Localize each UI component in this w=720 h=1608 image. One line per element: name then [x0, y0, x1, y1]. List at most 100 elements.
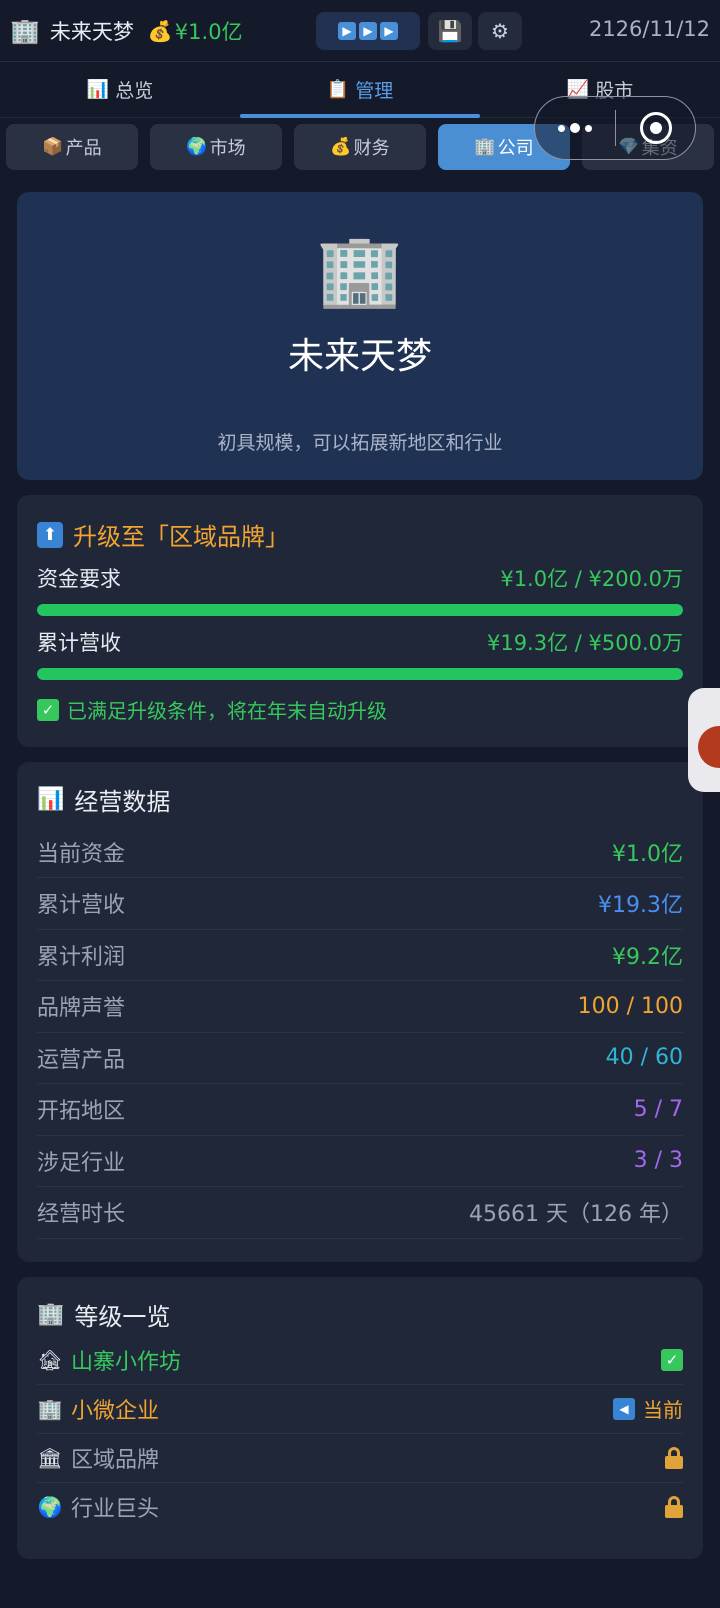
fast-forward-icon: ▶	[359, 22, 377, 40]
speed-button[interactable]: ▶ ▶ ▶	[316, 12, 420, 50]
tab-overview[interactable]: 📊 总览	[0, 62, 240, 117]
subtab-market[interactable]: 🌍 市场	[150, 124, 282, 170]
company-level-description: 初具规模，可以拓展新地区和行业	[217, 432, 503, 454]
dot	[558, 124, 565, 132]
upgrade-heading: ⬆ 升级至「区域品牌」	[37, 517, 289, 552]
house-icon: 🏚	[37, 1347, 63, 1372]
tab-management[interactable]: 📋 管理	[240, 62, 480, 118]
requirement-revenue: 累计营收 ¥19.3亿 / ¥500.0万	[37, 627, 683, 657]
close-miniprogram-button[interactable]	[616, 112, 695, 144]
dot	[585, 124, 592, 132]
subtab-product[interactable]: 📦 产品	[6, 124, 138, 170]
subtab-label: 财务	[353, 138, 390, 159]
classical-building-icon: 🏛	[37, 1445, 63, 1470]
widget-avatar	[698, 726, 720, 768]
tab-label: 总览	[115, 80, 154, 102]
tab-label: 管理	[355, 80, 394, 102]
stat-value: 45661 天（126 年）	[469, 1202, 683, 1227]
bar-chart-icon: 📊	[86, 79, 110, 100]
subtab-label: 产品	[65, 138, 102, 159]
level-row: 🌍 行业巨头	[37, 1482, 683, 1532]
subtab-label: 市场	[209, 138, 246, 159]
stat-value: ¥19.3亿	[598, 893, 683, 918]
stat-label: 品牌声誉	[37, 996, 126, 1021]
more-menu-button[interactable]	[535, 123, 615, 133]
requirement-value: ¥1.0亿 / ¥200.0万	[500, 567, 683, 591]
gear-icon: ⚙	[491, 19, 509, 43]
progress-fill	[37, 668, 683, 680]
package-icon: 📦	[42, 137, 64, 157]
bar-chart-icon: 📊	[37, 787, 65, 812]
stat-label: 累计利润	[37, 944, 126, 970]
globe-icon: 🌍	[186, 137, 208, 157]
stat-row: 累计利润 ¥9.2亿	[37, 929, 683, 981]
current-label: 当前	[643, 1398, 683, 1422]
stats-heading: 📊 经营数据	[37, 782, 170, 817]
level-row: 🏚 山寨小作坊 ✓	[37, 1335, 683, 1385]
requirement-label: 资金要求	[37, 567, 121, 591]
miniprogram-capsule	[534, 96, 696, 160]
company-title: 未来天梦	[287, 336, 432, 377]
stat-row: 开拓地区 5 / 7	[37, 1084, 683, 1136]
requirement-progress-bar	[37, 604, 683, 616]
stat-label: 运营产品	[37, 1047, 126, 1073]
level-row: 🏢 小微企业 ◀ 当前	[37, 1384, 683, 1434]
stat-row: 当前资金 ¥1.0亿	[37, 826, 683, 878]
office-building-icon: 🏢	[10, 16, 40, 45]
requirement-progress-bar	[37, 668, 683, 680]
stat-row: 涉足行业 3 / 3	[37, 1135, 683, 1187]
office-building-icon: 🏢	[474, 137, 496, 157]
level-list-card: 🏢 等级一览 🏚 山寨小作坊 ✓ 🏢 小微企业 ◀ 当前 🏛 区域品牌 🌍 行业巨头	[17, 1277, 703, 1559]
level-name: 小微企业	[71, 1398, 160, 1424]
office-building-icon: 🏢	[316, 229, 404, 311]
stats-title: 经营数据	[74, 788, 171, 816]
target-icon	[639, 112, 672, 144]
level-row: 🏛 区域品牌	[37, 1433, 683, 1483]
operation-stats-card: 📊 经营数据 当前资金 ¥1.0亿累计营收 ¥19.3亿累计利润 ¥9.2亿品牌声誉 1…	[17, 762, 703, 1262]
fast-forward-icon: ▶	[380, 22, 398, 40]
stat-label: 涉足行业	[37, 1150, 126, 1176]
requirement-funds: 资金要求 ¥1.0亿 / ¥200.0万	[37, 563, 683, 593]
game-date: 2126/11/12	[588, 17, 710, 41]
stat-value: ¥9.2亿	[612, 944, 683, 970]
save-button[interactable]: 💾	[428, 12, 472, 50]
levels-heading: 🏢 等级一览	[37, 1297, 170, 1332]
check-mark-icon: ✓	[661, 1348, 683, 1371]
levels-title: 等级一览	[74, 1303, 171, 1331]
office-building-icon: 🏢	[37, 1396, 63, 1421]
stat-value: 3 / 3	[633, 1148, 683, 1173]
level-status	[665, 1446, 683, 1469]
stat-row: 经营时长 45661 天（126 年）	[37, 1187, 683, 1239]
stat-row: 运营产品 40 / 60	[37, 1032, 683, 1084]
money-bag-icon: 💰	[147, 18, 173, 43]
subtab-label: 公司	[497, 138, 534, 159]
stat-label: 经营时长	[37, 1202, 126, 1227]
level-name: 行业巨头	[71, 1497, 160, 1522]
floppy-disk-icon: 💾	[437, 19, 463, 43]
upgrade-card: ⬆ 升级至「区域品牌」 资金要求 ¥1.0亿 / ¥200.0万 累计营收 ¥1…	[17, 495, 703, 747]
lock-icon	[665, 1496, 683, 1518]
upgrade-status-note: ✓ 已满足升级条件，将在年末自动升级	[37, 695, 387, 724]
floating-side-widget[interactable]	[688, 688, 720, 792]
stat-label: 开拓地区	[37, 1099, 126, 1124]
clipboard-icon: 📋	[326, 79, 350, 100]
up-arrow-icon: ⬆	[37, 521, 63, 548]
level-status: ◀ 当前	[613, 1394, 683, 1423]
stat-value: 100 / 100	[577, 993, 683, 1019]
subtab-finance[interactable]: 💰 财务	[294, 124, 426, 170]
company-hero-card: 🏢 未来天梦 初具规模，可以拓展新地区和行业	[17, 192, 703, 480]
stat-row: 品牌声誉 100 / 100	[37, 981, 683, 1033]
level-status	[665, 1496, 683, 1518]
office-building-icon: 🏢	[37, 1302, 65, 1327]
check-mark-icon: ✓	[37, 698, 59, 721]
fast-forward-icon: ▶	[338, 22, 356, 40]
requirement-value: ¥19.3亿 / ¥500.0万	[486, 631, 683, 655]
money-value: ¥1.0亿	[174, 19, 243, 44]
stat-value: 40 / 60	[605, 1045, 683, 1070]
note-text: 已满足升级条件，将在年末自动升级	[67, 699, 387, 723]
progress-fill	[37, 604, 683, 616]
settings-button[interactable]: ⚙	[478, 12, 522, 50]
level-status: ✓	[661, 1348, 683, 1371]
level-name: 区域品牌	[71, 1447, 160, 1473]
stat-label: 累计营收	[37, 893, 126, 918]
